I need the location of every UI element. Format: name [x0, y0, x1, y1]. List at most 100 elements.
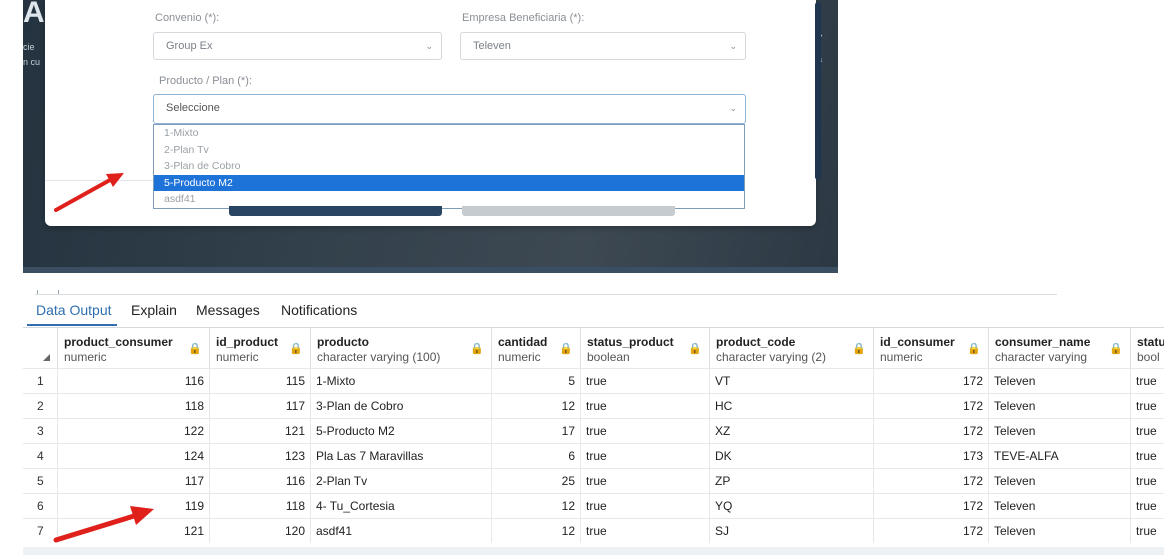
- table-cell[interactable]: Televen: [989, 419, 1131, 443]
- table-cell[interactable]: true: [1131, 394, 1164, 418]
- table-cell[interactable]: 5: [492, 369, 581, 393]
- table-cell[interactable]: 118: [210, 494, 311, 518]
- table-cell[interactable]: true: [1131, 444, 1164, 468]
- table-cell[interactable]: true: [581, 419, 710, 443]
- table-row[interactable]: 6 119 118 4- Tu_Cortesia 12 true YQ 172 Televen t…: [23, 493, 1164, 518]
- column-header[interactable]: id_product numeric 🔒: [210, 328, 311, 368]
- primary-button-partial[interactable]: [229, 206, 442, 216]
- empresa-select[interactable]: Televen ⌄: [460, 32, 746, 60]
- table-cell[interactable]: 12: [492, 519, 581, 543]
- tab-notifications[interactable]: Notifications: [281, 302, 357, 318]
- table-cell[interactable]: Televen: [989, 494, 1131, 518]
- table-cell[interactable]: true: [581, 519, 710, 543]
- table-cell[interactable]: 117: [210, 394, 311, 418]
- table-row[interactable]: 2 118 117 3-Plan de Cobro 12 true HC 172 Televen…: [23, 393, 1164, 418]
- table-cell[interactable]: 172: [874, 519, 989, 543]
- column-header[interactable]: consumer_name character varying 🔒: [989, 328, 1131, 368]
- table-cell[interactable]: 172: [874, 494, 989, 518]
- row-number[interactable]: 2: [23, 394, 58, 418]
- table-cell[interactable]: 2-Plan Tv: [311, 469, 492, 493]
- table-cell[interactable]: 17: [492, 419, 581, 443]
- table-cell[interactable]: 116: [210, 469, 311, 493]
- table-cell[interactable]: Televen: [989, 394, 1131, 418]
- table-cell[interactable]: true: [581, 469, 710, 493]
- modal-scrollbar[interactable]: [815, 2, 821, 180]
- table-cell[interactable]: 124: [58, 444, 210, 468]
- dropdown-option-selected[interactable]: 5-Producto M2: [154, 174, 744, 192]
- dropdown-option[interactable]: 3-Plan de Cobro: [154, 158, 744, 175]
- table-cell[interactable]: 115: [210, 369, 311, 393]
- column-type: character varying: [995, 350, 1088, 364]
- table-cell[interactable]: true: [581, 494, 710, 518]
- table-cell[interactable]: true: [581, 369, 710, 393]
- convenio-select[interactable]: Group Ex ⌄: [153, 32, 442, 60]
- table-cell[interactable]: DK: [710, 444, 874, 468]
- table-row[interactable]: 7 121 120 asdf41 12 true SJ 172 Televen true: [23, 518, 1164, 543]
- tab-messages[interactable]: Messages: [196, 302, 260, 318]
- table-cell[interactable]: true: [1131, 369, 1164, 393]
- table-cell[interactable]: true: [1131, 469, 1164, 493]
- table-cell[interactable]: true: [1131, 519, 1164, 543]
- table-cell[interactable]: true: [581, 394, 710, 418]
- tab-explain[interactable]: Explain: [131, 302, 177, 318]
- chevron-down-icon: ⌄: [729, 103, 737, 113]
- table-cell[interactable]: 6: [492, 444, 581, 468]
- producto-select[interactable]: Seleccione ⌄: [153, 94, 746, 124]
- dropdown-option[interactable]: 1-Mixto: [154, 125, 744, 142]
- row-number[interactable]: 4: [23, 444, 58, 468]
- table-cell[interactable]: 172: [874, 419, 989, 443]
- table-row[interactable]: 5 117 116 2-Plan Tv 25 true ZP 172 Televen true: [23, 468, 1164, 493]
- table-cell[interactable]: true: [581, 444, 710, 468]
- column-header[interactable]: product_consumer numeric 🔒: [58, 328, 210, 368]
- table-cell[interactable]: 117: [58, 469, 210, 493]
- table-cell[interactable]: VT: [710, 369, 874, 393]
- dropdown-option[interactable]: 2-Plan Tv: [154, 142, 744, 159]
- select-all-icon[interactable]: [43, 354, 50, 361]
- table-cell[interactable]: 5-Producto M2: [311, 419, 492, 443]
- table-cell[interactable]: 25: [492, 469, 581, 493]
- table-cell[interactable]: 172: [874, 469, 989, 493]
- column-header[interactable]: id_consumer numeric 🔒: [874, 328, 989, 368]
- column-header[interactable]: status_product boolean 🔒: [581, 328, 710, 368]
- row-number[interactable]: 1: [23, 369, 58, 393]
- secondary-button-partial[interactable]: [462, 206, 675, 216]
- table-cell[interactable]: true: [1131, 494, 1164, 518]
- table-cell[interactable]: 172: [874, 394, 989, 418]
- column-header[interactable]: product_code character varying (2) 🔒: [710, 328, 874, 368]
- row-number-header[interactable]: [23, 328, 58, 368]
- table-cell[interactable]: Televen: [989, 369, 1131, 393]
- table-cell[interactable]: 4- Tu_Cortesia: [311, 494, 492, 518]
- column-header[interactable]: producto character varying (100) 🔒: [311, 328, 492, 368]
- table-cell[interactable]: 121: [210, 419, 311, 443]
- table-cell[interactable]: 123: [210, 444, 311, 468]
- table-cell[interactable]: 12: [492, 494, 581, 518]
- table-row[interactable]: 4 124 123 Pla Las 7 Maravillas 6 true DK 173 TEV…: [23, 443, 1164, 468]
- table-cell[interactable]: asdf41: [311, 519, 492, 543]
- table-cell[interactable]: 1-Mixto: [311, 369, 492, 393]
- tab-data-output[interactable]: Data Output: [36, 302, 112, 318]
- column-header[interactable]: cantidad numeric 🔒: [492, 328, 581, 368]
- row-number[interactable]: 3: [23, 419, 58, 443]
- table-cell[interactable]: 116: [58, 369, 210, 393]
- table-cell[interactable]: XZ: [710, 419, 874, 443]
- table-row[interactable]: 1 116 115 1-Mixto 5 true VT 172 Televen true: [23, 368, 1164, 393]
- table-cell[interactable]: HC: [710, 394, 874, 418]
- column-header[interactable]: statu bool: [1131, 328, 1164, 368]
- table-cell[interactable]: TEVE-ALFA: [989, 444, 1131, 468]
- table-cell[interactable]: 118: [58, 394, 210, 418]
- table-cell[interactable]: Televen: [989, 469, 1131, 493]
- table-cell[interactable]: 12: [492, 394, 581, 418]
- table-cell[interactable]: 172: [874, 369, 989, 393]
- table-cell[interactable]: SJ: [710, 519, 874, 543]
- table-cell[interactable]: ZP: [710, 469, 874, 493]
- table-cell[interactable]: Pla Las 7 Maravillas: [311, 444, 492, 468]
- table-row[interactable]: 3 122 121 5-Producto M2 17 true XZ 172 Televen tr…: [23, 418, 1164, 443]
- table-cell[interactable]: 173: [874, 444, 989, 468]
- table-cell[interactable]: 120: [210, 519, 311, 543]
- table-cell[interactable]: YQ: [710, 494, 874, 518]
- row-number[interactable]: 5: [23, 469, 58, 493]
- table-cell[interactable]: Televen: [989, 519, 1131, 543]
- table-cell[interactable]: true: [1131, 419, 1164, 443]
- table-cell[interactable]: 122: [58, 419, 210, 443]
- table-cell[interactable]: 3-Plan de Cobro: [311, 394, 492, 418]
